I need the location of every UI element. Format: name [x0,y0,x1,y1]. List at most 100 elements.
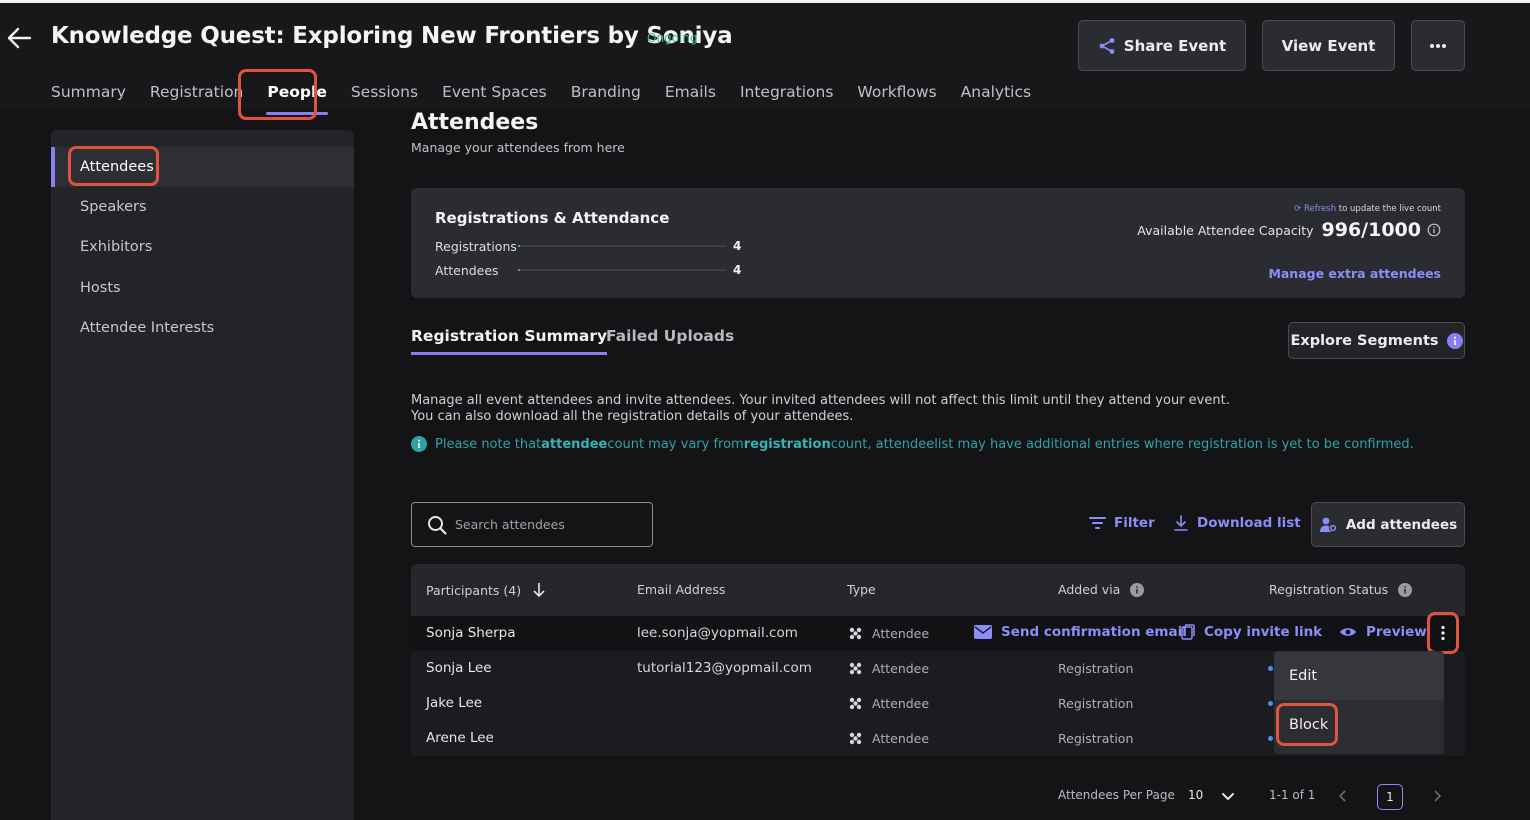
participant-type: Attendee [848,731,929,746]
group-icon [849,697,862,710]
participant-type: Attendee [848,626,929,641]
people-tab-highlight [238,69,317,120]
tab-integrations[interactable]: Integrations [740,83,833,105]
participant-email: lee.sonja@yopmail.com [637,625,798,641]
registrations-value: 4 [733,239,742,253]
page-range: 1-1 of 1 [1269,788,1316,802]
action-label: Preview [1366,624,1427,640]
refresh-text: to update the live count [1336,204,1441,214]
refresh-link[interactable]: ⟳ Refresh [1294,204,1336,214]
explore-segments-label: Explore Segments [1290,332,1439,349]
page-subtitle: Manage your attendees from here [411,140,625,155]
more-options-button[interactable] [1411,20,1465,71]
preview-button[interactable]: Preview [1339,624,1427,640]
block-highlight [1276,703,1338,746]
capacity-value: 996/1000 [1321,219,1421,241]
sidebar-item-speakers[interactable]: Speakers [51,187,354,227]
manage-extra-attendees-link[interactable]: Manage extra attendees [1268,266,1441,281]
more-horizontal-icon [1430,43,1446,48]
tab-event-spaces[interactable]: Event Spaces [442,83,547,105]
card-title: Registrations & Attendance [435,209,670,227]
group-icon [849,627,862,640]
add-attendees-button[interactable]: Add attendees [1311,502,1465,547]
download-list-button[interactable]: Download list [1174,515,1301,531]
copy-invite-link-button[interactable]: Copy invite link [1181,624,1322,640]
note-text: Please note that [435,436,542,452]
tab-sessions[interactable]: Sessions [351,83,418,105]
event-nav-tabs: Summary Registration People Sessions Eve… [51,83,1055,115]
copy-link-icon [1181,624,1195,640]
chevron-down-icon[interactable] [1221,792,1235,801]
sidebar-item-label: Speakers [80,199,147,215]
count-note: Please note that attendee count may vary… [411,436,1414,452]
tab-analytics[interactable]: Analytics [961,83,1031,105]
share-event-label: Share Event [1123,36,1227,55]
info-icon[interactable] [1398,582,1413,597]
status-dot [1268,736,1273,741]
chevron-right-icon[interactable] [1433,789,1442,803]
send-confirmation-email-button[interactable]: Send confirmation email [974,624,1187,640]
registrations-label: Registrations [435,239,517,254]
event-status-badge: Ongoing [647,31,698,45]
per-page-value[interactable]: 10 [1188,788,1203,802]
search-input[interactable] [455,517,635,532]
participant-type: Attendee [848,661,929,676]
search-icon [428,515,447,535]
added-via: Registration [1058,696,1134,711]
tab-failed-uploads[interactable]: Failed Uploads [606,327,734,345]
add-user-icon [1319,517,1337,532]
tab-registration-summary[interactable]: Registration Summary [411,327,608,355]
group-icon [849,662,862,675]
sort-down-icon[interactable] [532,582,546,598]
explore-segments-button[interactable]: Explore Segments [1288,322,1465,359]
sidebar-item-hosts[interactable]: Hosts [51,268,354,308]
registrations-card: Registrations & Attendance Registrations… [411,188,1465,298]
col-label: Participants (4) [426,582,522,598]
event-title: Knowledge Quest: Exploring New Frontiers… [51,23,733,49]
tab-workflows[interactable]: Workflows [857,83,936,105]
col-label: Added via [1058,582,1121,597]
sidebar-item-label: Exhibitors [80,239,153,255]
filter-label: Filter [1114,515,1155,531]
page-1-button[interactable]: 1 [1377,784,1403,810]
attendees-bar [518,269,726,271]
chevron-left-icon[interactable] [1338,789,1347,803]
attendees-value: 4 [733,263,742,277]
action-label: Send confirmation email [1001,624,1187,640]
info-icon[interactable] [1130,582,1145,597]
info-icon[interactable] [1427,223,1441,237]
added-via: Registration [1058,661,1134,676]
status-dot [1268,701,1273,706]
tab-summary[interactable]: Summary [51,83,126,105]
col-participants[interactable]: Participants (4) [426,582,546,598]
sidebar-item-exhibitors[interactable]: Exhibitors [51,227,354,267]
participant-name: Sonja Lee [426,660,492,676]
tab-registration[interactable]: Registration [150,83,243,105]
event-header: Knowledge Quest: Exploring New Frontiers… [0,3,1530,115]
status-dot [1268,666,1273,671]
type-label: Attendee [872,661,930,676]
added-via: Registration [1058,731,1134,746]
share-event-button[interactable]: Share Event [1078,20,1246,71]
participant-name: Jake Lee [426,695,483,711]
sidebar-item-attendee-interests[interactable]: Attendee Interests [51,308,354,348]
menu-item-edit[interactable]: Edit [1274,652,1444,700]
description-line-2: You can also download all the registrati… [411,409,854,424]
view-event-button[interactable]: View Event [1262,20,1395,71]
info-filled-icon [1446,332,1463,349]
table-row[interactable]: Sonja Sherpa lee.sonja@yopmail.com Atten… [411,616,1465,651]
tab-emails[interactable]: Emails [665,83,716,105]
download-list-label: Download list [1197,515,1301,531]
participant-name: Arene Lee [426,730,494,746]
filter-button[interactable]: Filter [1089,515,1155,531]
participant-email: tutorial123@yopmail.com [637,660,812,676]
tab-branding[interactable]: Branding [571,83,641,105]
note-text: count, attendeelist may have additional … [830,436,1414,452]
view-event-label: View Event [1281,36,1376,55]
eye-icon [1340,628,1356,636]
back-arrow-icon[interactable] [6,25,32,51]
sidebar-item-label: Hosts [80,280,121,296]
filter-icon [1089,517,1106,529]
col-email: Email Address [637,582,726,597]
type-label: Attendee [872,626,930,641]
